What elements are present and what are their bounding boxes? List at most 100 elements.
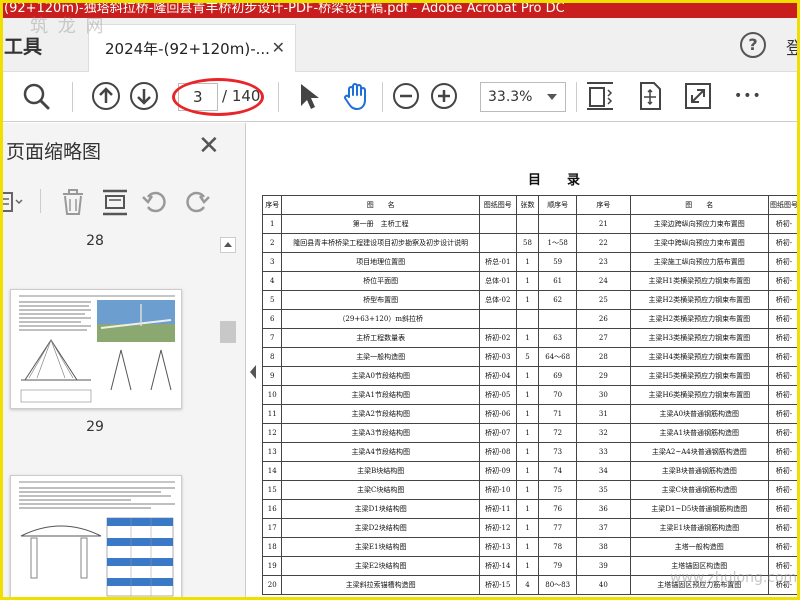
thumbnail-list: 28 29 <box>0 233 236 600</box>
table-cell: 79 <box>538 556 578 576</box>
table-cell: 主梁边跨纵向预应力束布置图 <box>629 214 769 234</box>
table-row: 18 主梁E1块结构图 桥初-13 1 78 38 主塔一般构造图 桥初- <box>261 537 800 557</box>
zoom-level-select[interactable]: 33.3% <box>480 82 566 112</box>
table-cell: 26 <box>576 309 631 329</box>
thumbnail-label: 29 <box>86 419 104 435</box>
watermark-url: www.zhulong.com <box>670 570 798 586</box>
table-cell: 主梁E1块结构图 <box>281 537 480 557</box>
table-cell: 桥初-04 <box>478 366 517 386</box>
col-header: 图 名 <box>629 195 769 215</box>
table-cell <box>538 309 578 329</box>
next-page-icon[interactable] <box>128 80 160 112</box>
chevron-down-icon <box>547 94 557 100</box>
col-header: 顺序号 <box>538 195 578 215</box>
toolbar-separator <box>72 82 73 112</box>
table-cell: 23 <box>576 252 631 272</box>
extract-pages-icon[interactable] <box>100 187 130 217</box>
table-cell: 主梁A4节段结构图 <box>281 442 480 462</box>
col-header: 图纸图号 <box>478 195 517 215</box>
table-cell: 主梁A0块普通钢筋构造图 <box>629 404 769 424</box>
table-cell: 1 <box>515 271 540 291</box>
help-button[interactable]: ? <box>740 32 766 58</box>
table-cell: 38 <box>576 537 631 557</box>
document-tab[interactable]: 2024年-(92+120m)-... ✕ <box>88 24 296 72</box>
table-cell: 1 <box>515 290 540 310</box>
table-row: 16 主梁D1块结构图 桥初-11 1 76 36 主梁D1~D5块普通钢筋构造图 桥初- <box>261 499 800 519</box>
table-header-row: 序号 图 名 图纸图号 张数 顺序号 序号 图 名 图纸图号 <box>261 195 800 215</box>
table-cell <box>538 214 578 234</box>
table-cell: 1 <box>515 366 540 386</box>
table-cell: 桥初-13 <box>478 537 517 557</box>
table-cell: 29 <box>576 366 631 386</box>
scroll-up-icon[interactable] <box>220 237 236 253</box>
col-header: 图 名 <box>281 195 480 215</box>
table-cell: 桥初- <box>767 233 800 253</box>
table-cell: 桥初-14 <box>478 556 517 576</box>
table-cell: 1 <box>515 252 540 272</box>
sign-in-button[interactable]: 登 <box>786 34 800 59</box>
toolbar-separator <box>382 82 383 112</box>
table-cell: 桥初- <box>767 290 800 310</box>
table-row: 13 主梁A4节段结构图 桥初-08 1 73 33 主梁A2~A4块普通钢筋构造图 桥初- <box>261 442 800 462</box>
table-cell: 39 <box>576 556 631 576</box>
full-screen-icon[interactable] <box>682 80 714 112</box>
thumbnail-scrollbar[interactable] <box>218 235 238 600</box>
table-cell: 桥初- <box>767 461 800 481</box>
table-cell: 71 <box>538 404 578 424</box>
col-header: 图纸图号 <box>767 195 800 215</box>
table-cell: 5 <box>261 290 283 310</box>
more-tools-icon[interactable]: ••• <box>734 80 770 112</box>
delete-icon[interactable] <box>58 187 88 217</box>
table-cell: 主梁D2块结构图 <box>281 518 480 538</box>
zoom-out-icon[interactable] <box>390 80 422 112</box>
table-cell: 主梁H5类横梁预应力钢束布置图 <box>629 366 769 386</box>
table-cell: 73 <box>538 442 578 462</box>
rotate-clockwise-icon[interactable] <box>182 187 212 217</box>
table-cell: 1 <box>515 328 540 348</box>
hand-tool-icon[interactable] <box>340 80 372 112</box>
table-cell: 主梁一般构造图 <box>281 347 480 367</box>
table-cell: 桥总-01 <box>478 252 517 272</box>
col-header: 张数 <box>515 195 540 215</box>
options-menu-icon[interactable] <box>0 187 30 217</box>
zoom-in-icon[interactable] <box>428 80 460 112</box>
scrollbar-thumb[interactable] <box>220 321 236 343</box>
table-cell: 77 <box>538 518 578 538</box>
table-cell: 桥初-08 <box>478 442 517 462</box>
table-cell: 61 <box>538 271 578 291</box>
table-cell: 桥初- <box>767 366 800 386</box>
table-cell: 35 <box>576 480 631 500</box>
table-cell: 桥初-09 <box>478 461 517 481</box>
table-cell: 80～83 <box>538 575 578 595</box>
table-cell: 59 <box>538 252 578 272</box>
tab-close-icon[interactable]: ✕ <box>272 38 285 57</box>
thumbnail-page[interactable] <box>10 289 182 409</box>
table-cell: 桥初-11 <box>478 499 517 519</box>
table-cell: 21 <box>576 214 631 234</box>
select-cursor-icon[interactable] <box>292 80 324 112</box>
table-cell: 主梁A3节段结构图 <box>281 423 480 443</box>
table-cell: 4 <box>261 271 283 291</box>
table-cell: 62 <box>538 290 578 310</box>
table-cell: 桥初- <box>767 309 800 329</box>
rotate-counterclockwise-icon[interactable] <box>140 187 170 217</box>
table-cell: 70 <box>538 385 578 405</box>
table-cell: 桥初- <box>767 328 800 348</box>
window-title-bar: (92+120m)-独塔斜拉桥-隆回县青丰桥初步设计-PDF-桥梁设计稿.pdf… <box>0 0 800 18</box>
table-cell: 桥初- <box>767 499 800 519</box>
collapse-panel-icon[interactable] <box>248 362 258 382</box>
table-cell: 31 <box>576 404 631 424</box>
scroll-mode-icon[interactable] <box>634 80 666 112</box>
table-cell: 20 <box>261 575 283 595</box>
table-cell: 主梁H1类横梁预应力钢束布置图 <box>629 271 769 291</box>
thumbnail-page[interactable] <box>10 475 182 600</box>
previous-page-icon[interactable] <box>90 80 122 112</box>
col-header: 序号 <box>261 195 283 215</box>
search-icon[interactable] <box>20 80 52 112</box>
table-cell: 主梁H4类横梁预应力钢束布置图 <box>629 347 769 367</box>
fit-page-icon[interactable] <box>584 80 616 112</box>
table-cell: 1 <box>515 499 540 519</box>
panel-close-icon[interactable]: ✕ <box>198 133 220 159</box>
table-cell: 桥初- <box>767 423 800 443</box>
table-cell: 桥初- <box>767 480 800 500</box>
